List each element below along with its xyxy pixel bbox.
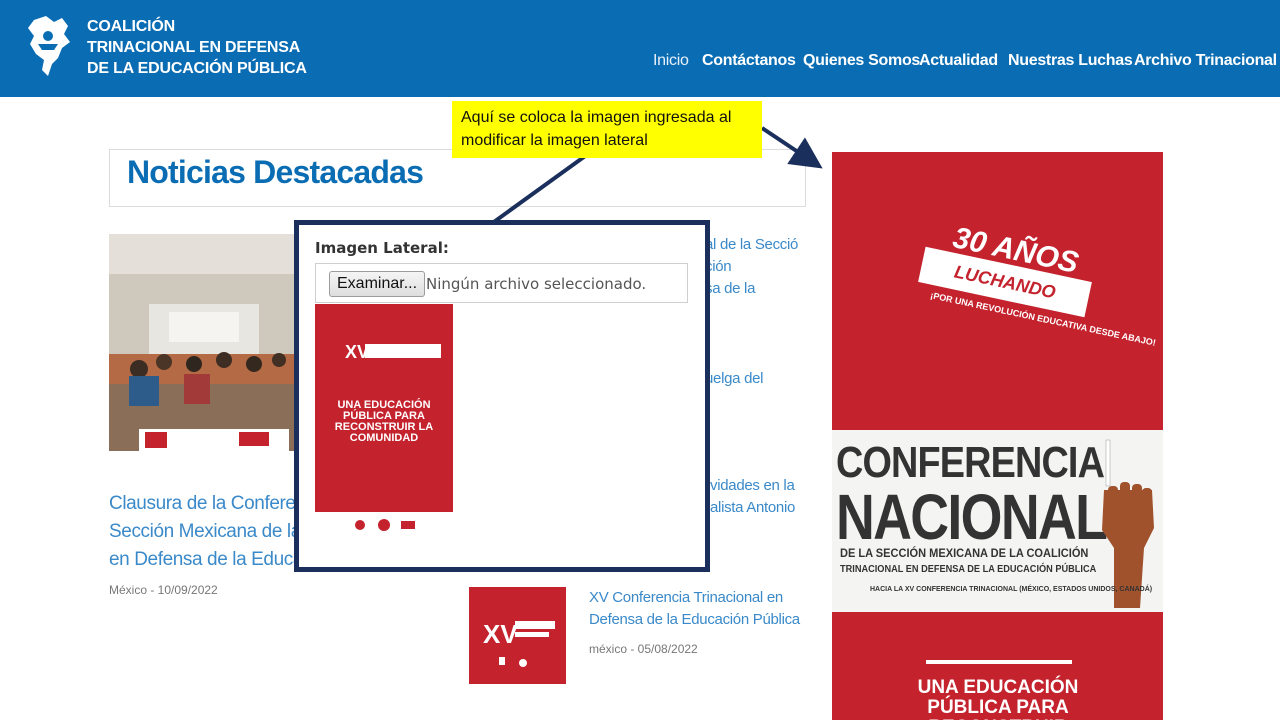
news-title-partial-3[interactable]: vidades en la alista Antonio bbox=[710, 475, 795, 519]
nav-contactanos[interactable]: Contáctanos bbox=[702, 52, 796, 70]
logo-line-1: COALICIÓN bbox=[87, 18, 175, 35]
file-status-text: Ningún archivo seleccionado. bbox=[426, 275, 647, 293]
partial-3-line-1: vidades en la bbox=[710, 477, 795, 494]
nav-inicio[interactable]: Inicio bbox=[653, 52, 689, 70]
small-title-line-1: XV Conferencia Trinacional en bbox=[589, 589, 783, 606]
featured-news-image[interactable] bbox=[109, 234, 299, 451]
sidebar-lateral-image[interactable]: 30 AÑOS LUCHANDO ¡POR UNA REVOLUCIÓN EDU… bbox=[832, 152, 1163, 720]
annotation-callout: Aquí se coloca la imagen ingresada al mo… bbox=[452, 101, 762, 158]
callout-line-2: modificar la imagen lateral bbox=[461, 132, 648, 149]
logo-line-3: DE LA EDUCACIÓN PÚBLICA bbox=[87, 60, 307, 77]
news-title-partial-1[interactable]: al de la Secció ción sa de la bbox=[705, 234, 798, 300]
small-news-image[interactable]: XV bbox=[469, 587, 566, 684]
news-title-partial-2[interactable]: uelga del bbox=[705, 368, 763, 390]
lateral-image-label: Imagen Lateral: bbox=[315, 239, 449, 257]
raised-fist-icon bbox=[1102, 439, 1154, 608]
callout-line-1: Aquí se coloca la imagen ingresada al bbox=[461, 109, 732, 126]
small-news-title[interactable]: XV Conferencia Trinacional en Defensa de… bbox=[589, 587, 800, 631]
partial-3-line-2: alista Antonio bbox=[710, 499, 796, 516]
thumb-band bbox=[365, 344, 441, 358]
partial-1-line-2: ción bbox=[705, 258, 732, 275]
small-title-line-2: Defensa de la Educación Pública bbox=[589, 611, 800, 628]
poster-divider bbox=[926, 660, 1072, 664]
poster-nacional: NACIONAL bbox=[836, 481, 1108, 553]
nav-nuestras-luchas[interactable]: Nuestras Luchas bbox=[1008, 52, 1133, 70]
partial-2-line-1: uelga del bbox=[705, 370, 764, 387]
poster-subtitle-2: TRINACIONAL EN DEFENSA DE LA EDUCACIÓN P… bbox=[840, 564, 1097, 575]
file-input[interactable]: Examinar... Ningún archivo seleccionado. bbox=[315, 263, 688, 303]
featured-news-meta: México - 10/09/2022 bbox=[109, 583, 218, 597]
xv-conference-thumb: XV bbox=[469, 587, 566, 684]
lateral-image-editor: Imagen Lateral: Examinar... Ningún archi… bbox=[294, 220, 710, 572]
poster-subtitle-3: HACIA LA XV CONFERENCIA TRINACIONAL (MÉX… bbox=[870, 586, 1153, 593]
poster-bottom-text: UNA EDUCACIÓN PÚBLICA PARA RECONSTRUIR bbox=[917, 677, 1079, 720]
thumb-text: UNA EDUCACIÓN PÚBLICA PARA RECONSTRUIR L… bbox=[334, 399, 434, 444]
partial-1-line-1: al de la Secció bbox=[705, 236, 799, 253]
poster-subtitle-1: DE LA SECCIÓN MEXICANA DE LA COALICIÓN bbox=[840, 546, 1089, 560]
site-header: COALICIÓN TRINACIONAL EN DEFENSA DE LA E… bbox=[0, 0, 1280, 97]
section-title: Noticias Destacadas bbox=[127, 154, 424, 190]
small-news-meta: méxico - 05/08/2022 bbox=[589, 642, 698, 656]
nav-actualidad[interactable]: Actualidad bbox=[919, 52, 998, 70]
browse-button[interactable]: Examinar... bbox=[329, 271, 426, 297]
nav-quienes-somos[interactable]: Quienes Somos bbox=[803, 52, 920, 70]
conference-photo bbox=[109, 234, 299, 451]
svg-text:XV: XV bbox=[483, 619, 518, 649]
logo-line-2: TRINACIONAL EN DEFENSA bbox=[87, 39, 301, 56]
preview-logos bbox=[355, 519, 415, 531]
lateral-image-preview: XV UNA EDUCACIÓN PÚBLICA PARA RECONSTRUI… bbox=[315, 304, 453, 512]
site-logo-text[interactable]: COALICIÓN TRINACIONAL EN DEFENSA DE LA E… bbox=[87, 16, 307, 79]
partial-1-line-3: sa de la bbox=[705, 280, 756, 297]
coalition-logo-icon[interactable] bbox=[24, 14, 74, 80]
nav-archivo-trinacional[interactable]: Archivo Trinacional bbox=[1134, 52, 1277, 70]
